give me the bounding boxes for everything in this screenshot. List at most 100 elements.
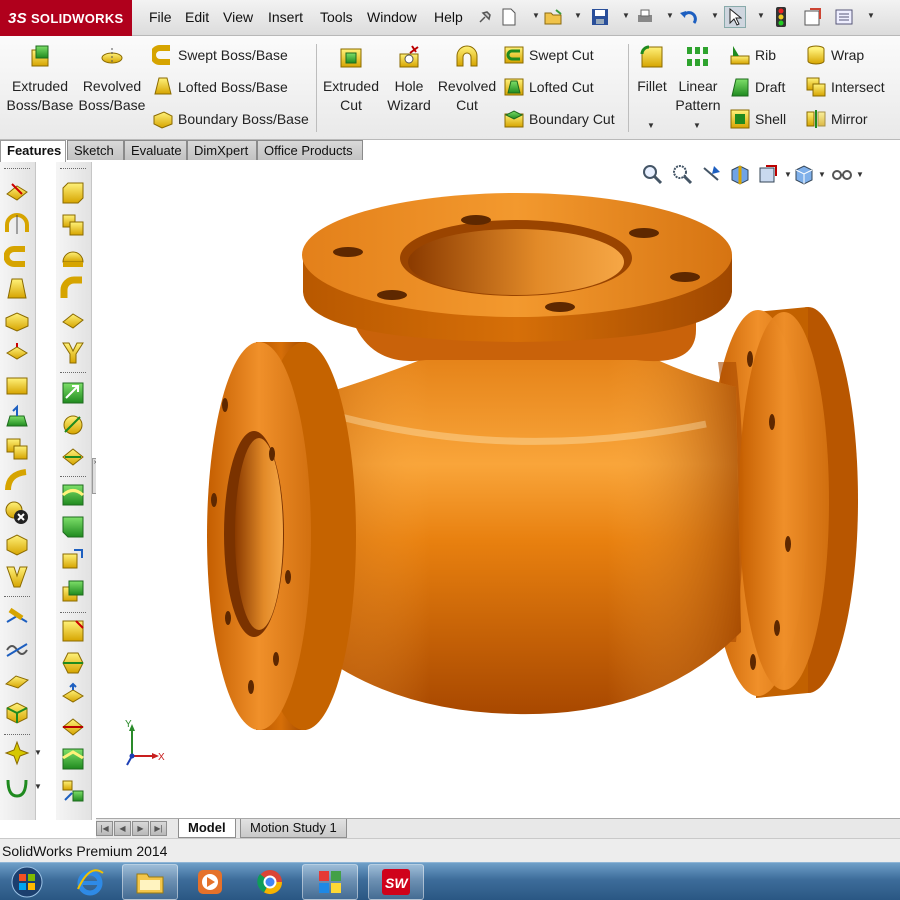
new-dropdown-arrow[interactable]: ▼ [532, 11, 540, 20]
parting-line-icon[interactable] [60, 714, 86, 740]
tooling-split-icon[interactable] [60, 778, 86, 804]
last-tab-nav-icon[interactable]: ▶| [150, 821, 167, 836]
next-tab-nav-icon[interactable]: ▶ [132, 821, 149, 836]
split-line-icon[interactable] [4, 564, 30, 590]
dome-feature-icon[interactable] [4, 404, 30, 430]
curve-sweep-feature-icon[interactable] [4, 468, 30, 494]
curves-icon[interactable] [4, 774, 30, 800]
media-player-icon[interactable] [182, 864, 238, 900]
prev-tab-nav-icon[interactable]: ◀ [114, 821, 131, 836]
valve-body-model[interactable]: Y X [96, 162, 900, 818]
curve-through-points-icon[interactable] [60, 412, 86, 438]
file-properties-icon[interactable] [802, 6, 824, 28]
shell-button[interactable]: Shell [729, 106, 786, 132]
print-icon[interactable] [634, 6, 656, 28]
box-feature-icon[interactable] [4, 532, 30, 558]
save-dropdown-arrow[interactable]: ▼ [622, 11, 630, 20]
rib-button[interactable]: Rib [729, 42, 776, 68]
lofted-boss-button[interactable]: Lofted Boss/Base [152, 74, 288, 100]
sweep-feature-icon[interactable] [4, 244, 30, 270]
mold-tools-icon[interactable] [60, 682, 86, 708]
tab-motion-study-1[interactable]: Motion Study 1 [240, 819, 347, 838]
move-copy-body-icon[interactable] [60, 380, 86, 406]
menu-view[interactable]: View [223, 9, 253, 25]
extrude-feature-icon[interactable] [4, 180, 30, 206]
chrome-icon[interactable] [242, 864, 298, 900]
intersect-button[interactable]: Intersect [805, 74, 885, 100]
extruded-cut-feature-icon[interactable] [4, 372, 30, 398]
extruded-boss-button[interactable]: Extruded Boss/Base [6, 44, 74, 115]
stacked-boxes-icon[interactable] [60, 212, 86, 238]
fillet-dropdown-arrow[interactable]: ▼ [647, 121, 655, 130]
print-dropdown-arrow[interactable]: ▼ [666, 11, 674, 20]
revolved-boss-button[interactable]: Revolved Boss/Base [78, 44, 146, 115]
loft-feature-icon[interactable] [4, 276, 30, 302]
boundary-feature-icon[interactable] [4, 308, 30, 334]
swept-cut-button[interactable]: Swept Cut [503, 42, 594, 68]
apps-icon[interactable] [302, 864, 358, 900]
indent-icon[interactable] [60, 578, 86, 604]
solidworks-icon[interactable]: SW [368, 864, 424, 900]
tab-sketch[interactable]: Sketch [67, 140, 124, 160]
undo-dropdown-arrow[interactable]: ▼ [711, 11, 719, 20]
pin-icon[interactable] [474, 6, 496, 28]
bend-icon[interactable] [60, 276, 86, 302]
revolved-cut-button[interactable]: Revolved Cut [436, 44, 498, 115]
tab-evaluate[interactable]: Evaluate [124, 140, 187, 160]
wrap-tool-icon[interactable] [60, 482, 86, 508]
new-document-icon[interactable] [498, 6, 520, 28]
sketch-point-icon[interactable] [4, 740, 30, 766]
boundary-cut-button[interactable]: Boundary Cut [503, 106, 615, 132]
tab-dimxpert[interactable]: DimXpert [187, 140, 257, 160]
left-flange[interactable] [207, 342, 356, 730]
top-flange[interactable] [302, 193, 732, 362]
curves-dropdown-arrow[interactable]: ▼ [34, 782, 42, 791]
right-flange-face[interactable] [739, 312, 829, 690]
combine-feature-icon[interactable] [4, 436, 30, 462]
select-cursor-icon[interactable] [724, 6, 746, 28]
internet-explorer-icon[interactable] [62, 864, 118, 900]
plane-shape-icon[interactable] [60, 308, 86, 334]
menu-tools[interactable]: Tools [320, 9, 353, 25]
tab-features[interactable]: Features [0, 140, 66, 162]
solidworks-logo[interactable]: 3S SOLIDWORKS [0, 0, 132, 36]
menu-window[interactable]: Window [367, 9, 417, 25]
thicken-feature-icon[interactable] [4, 340, 30, 366]
reference-plane-icon[interactable] [4, 668, 30, 694]
swept-boss-button[interactable]: Swept Boss/Base [152, 42, 288, 68]
file-explorer-icon[interactable] [122, 864, 178, 900]
undo-icon[interactable] [678, 6, 700, 28]
toolbar-grip[interactable] [4, 596, 30, 599]
menu-file[interactable]: File [149, 9, 172, 25]
linear-pattern-button[interactable]: Linear Pattern [674, 44, 722, 115]
toolbar-grip[interactable] [60, 372, 86, 375]
weldment-icon[interactable] [60, 340, 86, 366]
hole-wizard-button[interactable]: Hole Wizard [384, 44, 434, 115]
first-tab-nav-icon[interactable]: |◀ [96, 821, 113, 836]
open-dropdown-arrow[interactable]: ▼ [574, 11, 582, 20]
dome-icon[interactable] [60, 244, 86, 270]
curve-feature-icon[interactable] [4, 604, 30, 630]
delete-body-icon[interactable] [4, 500, 30, 526]
chamfer-icon[interactable] [60, 514, 86, 540]
helix-feature-icon[interactable] [4, 636, 30, 662]
graphics-area[interactable]: ▼ ▼ ▼ Y X [96, 162, 900, 818]
toolbar-grip[interactable] [60, 168, 86, 171]
scale-icon[interactable] [60, 546, 86, 572]
open-folder-icon[interactable] [543, 6, 565, 28]
sketch-point-dropdown-arrow[interactable]: ▼ [34, 748, 42, 757]
solid-box-icon[interactable] [4, 700, 30, 726]
valve-body[interactable] [296, 330, 741, 715]
options-dropdown-arrow[interactable]: ▼ [867, 11, 875, 20]
extruded-cut-button[interactable]: Extruded Cut [320, 44, 382, 115]
boundary-boss-button[interactable]: Boundary Boss/Base [152, 106, 309, 132]
flex-icon[interactable] [60, 444, 86, 470]
tab-office-products[interactable]: Office Products [257, 140, 363, 160]
menu-insert[interactable]: Insert [268, 9, 303, 25]
save-icon[interactable] [589, 6, 611, 28]
linear-pattern-dropdown-arrow[interactable]: ▼ [693, 121, 701, 130]
hexagon-shape-icon[interactable] [60, 650, 86, 676]
mirror-button[interactable]: Mirror [805, 106, 868, 132]
revolve-feature-icon[interactable] [4, 212, 30, 238]
sheet-metal-icon[interactable] [60, 618, 86, 644]
